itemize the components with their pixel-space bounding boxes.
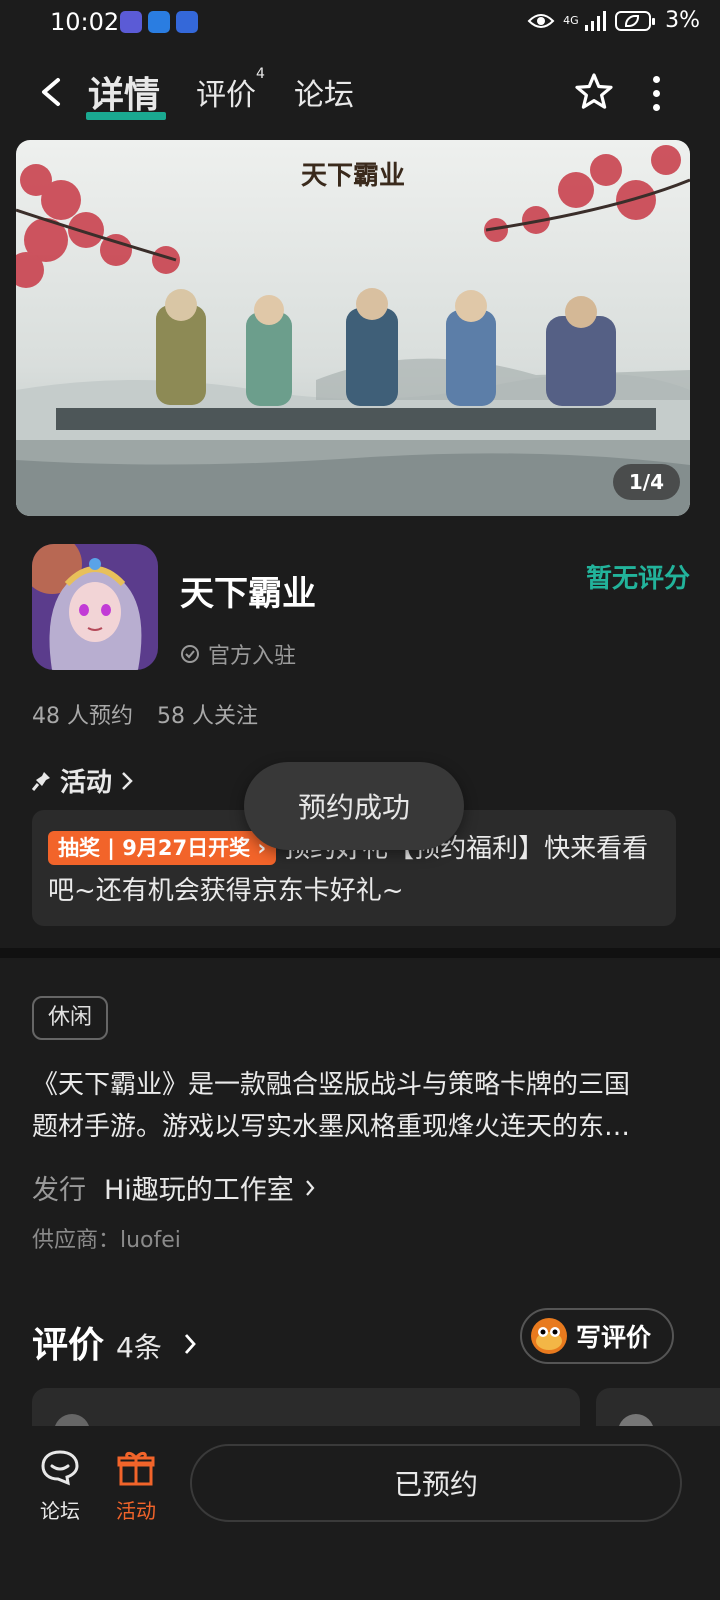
reviews-count: 4条 [116, 1331, 162, 1364]
battery-icon [615, 10, 656, 31]
network-type: 4G [563, 13, 579, 27]
check-circle-icon [181, 645, 199, 663]
app-name: 天下霸业 [180, 574, 316, 614]
cloud-icon [148, 11, 170, 33]
activity-title: 活动 [60, 768, 113, 798]
top-navigation: 详情 评价 4 论坛 [0, 48, 720, 138]
write-review-button[interactable]: 写评价 [520, 1308, 674, 1364]
publisher-name: Hi趣玩的工作室 [104, 1175, 294, 1206]
bulb-icon [176, 11, 198, 33]
chevron-right-icon [122, 771, 133, 790]
notification-app-icon [120, 11, 142, 33]
genre-tag[interactable]: 休闲 [32, 996, 109, 1040]
signal-icon [585, 10, 607, 31]
reviews-badge: 4 [256, 66, 265, 82]
rating-text: 暂无评分 [585, 564, 690, 594]
tab-reviews[interactable]: 评价 [196, 70, 256, 114]
publisher-label: 发行 [32, 1175, 86, 1206]
eye-icon [527, 13, 555, 28]
reviews-title: 评价 [32, 1325, 105, 1366]
banner-carousel[interactable]: 天下霸业 1/4 [16, 140, 690, 516]
activity-label: 活动 [116, 1499, 156, 1523]
banner-image: 天下霸业 [16, 140, 690, 516]
lottery-tag: 抽奖 | 9月27日开奖 › [48, 831, 277, 865]
status-time: 10:02 [50, 8, 120, 36]
chevron-right-icon [184, 1334, 196, 1354]
app-stats: 48 人预约 58 人关注 [32, 698, 258, 730]
game-description[interactable]: 《天下霸业》是一款融合竖版战斗与策略卡牌的三国 题材手游。游戏以写实水墨风格重现… [32, 1064, 672, 1148]
battery-percent: 3% [665, 8, 700, 33]
activity-header[interactable]: 活动 [32, 762, 134, 799]
description-line: 题材手游。游戏以写实水墨风格重现烽火连天的东… [32, 1112, 631, 1142]
chevron-right-icon [305, 1179, 315, 1196]
activity-nav-button[interactable]: 活动 [106, 1448, 166, 1524]
forum-label: 论坛 [40, 1499, 80, 1523]
toast-message: 预约成功 [244, 762, 464, 850]
supplier-text: 供应商：luofei [32, 1228, 181, 1253]
publisher-row[interactable]: 发行 Hi趣玩的工作室 [32, 1168, 316, 1207]
bottom-bar: 论坛 活动 已预约 [0, 1426, 720, 1600]
app-icon [32, 544, 158, 670]
back-arrow-icon[interactable] [32, 72, 72, 112]
reserved-label: 已预约 [393, 1468, 478, 1501]
official-label: 官方入驻 [208, 644, 297, 669]
mascot-icon [531, 1318, 567, 1354]
banner-counter: 1/4 [612, 464, 680, 500]
section-divider [0, 948, 720, 958]
star-icon[interactable] [572, 70, 616, 114]
reviews-header[interactable]: 评价 4条 [32, 1316, 198, 1368]
official-badge: 官方入驻 [180, 638, 296, 670]
status-indicators: 4G 3% [527, 8, 700, 33]
write-review-label: 写评价 [576, 1323, 652, 1352]
tab-details[interactable]: 详情 [88, 66, 160, 118]
active-tab-indicator [86, 112, 166, 120]
reservation-count: 48 人预约 [32, 704, 133, 729]
reserved-button[interactable]: 已预约 [190, 1444, 682, 1522]
description-line: 《天下霸业》是一款融合竖版战斗与策略卡牌的三国 [32, 1070, 631, 1100]
tab-forum[interactable]: 论坛 [294, 70, 354, 114]
more-options-icon[interactable] [650, 76, 662, 111]
pin-icon [32, 771, 50, 791]
banner-logo-text: 天下霸业 [301, 161, 405, 191]
status-bar: 10:02 4G 3% [0, 0, 720, 48]
follower-count: 58 人关注 [157, 704, 258, 729]
forum-nav-button[interactable]: 论坛 [30, 1448, 90, 1524]
chat-bubble-icon [41, 1450, 79, 1486]
gift-icon [117, 1451, 155, 1486]
